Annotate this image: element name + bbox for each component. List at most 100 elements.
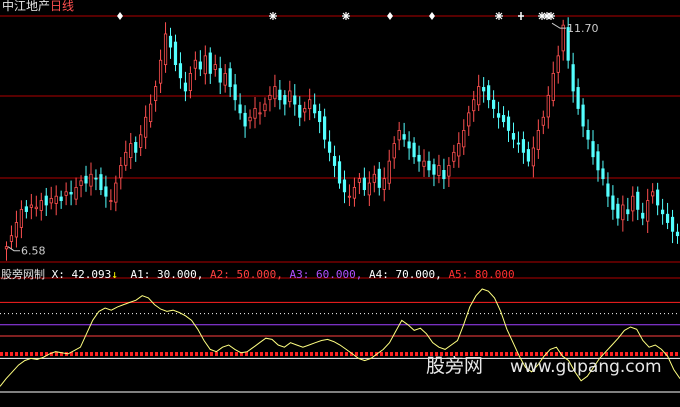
candle-body (243, 112, 247, 127)
candle-body (9, 235, 14, 242)
candle-body (581, 104, 585, 127)
candle-body (526, 149, 530, 162)
candle-body (104, 186, 108, 197)
candle-body (521, 139, 526, 153)
candle-body (392, 143, 396, 159)
candle-body (372, 173, 376, 183)
candle-body (362, 177, 366, 191)
x-value: 42.093 (71, 268, 112, 281)
candle-body (367, 182, 371, 196)
candle-body (611, 195, 615, 210)
candle-body (541, 116, 545, 126)
candle-body (158, 59, 163, 84)
candle-body (163, 33, 168, 66)
stock-name-title: 中江地产 (2, 0, 51, 13)
candle-body (263, 103, 267, 112)
candle-body (273, 86, 277, 100)
candle-body (4, 246, 9, 250)
candle-body (636, 191, 640, 210)
candle-body (89, 173, 93, 187)
candle-body (288, 90, 292, 103)
candle-body (178, 63, 183, 79)
candle-body (492, 99, 496, 109)
diamond-marker-icon (387, 12, 393, 20)
candle-body (278, 89, 282, 101)
candle-body (19, 208, 23, 228)
candle-body (14, 222, 19, 238)
candle-body (74, 187, 78, 200)
candle-body (656, 189, 660, 206)
candle-body (402, 134, 406, 140)
candle-body (407, 141, 411, 149)
diamond-marker-icon (117, 12, 123, 20)
candle-body (318, 110, 322, 123)
candle-body (511, 133, 516, 140)
candle-body (213, 64, 217, 70)
candle-body (646, 200, 650, 222)
candle-body (168, 35, 173, 48)
candle-body (551, 73, 555, 101)
candle-body (516, 142, 521, 145)
candle-body (293, 95, 297, 105)
watermark-site-name: 股旁网 (426, 355, 484, 377)
diamond-marker-icon (429, 12, 435, 20)
candle-body (665, 213, 670, 223)
candle-body (69, 191, 73, 195)
star-marker-icon (269, 12, 277, 20)
candle-body (467, 112, 471, 127)
candle-body (422, 160, 426, 167)
candle-body (99, 174, 103, 191)
candle-body (327, 141, 332, 153)
candle-body (457, 143, 461, 157)
candle-body (84, 175, 88, 184)
star-marker-icon (495, 12, 503, 20)
candlestick-layer (4, 17, 680, 261)
candle-body (561, 24, 565, 52)
candle-body (626, 209, 630, 215)
candle-body (124, 151, 128, 166)
candle-body (119, 165, 123, 179)
candle-body (193, 59, 197, 69)
candle-body (308, 99, 312, 110)
candle-body (248, 116, 252, 122)
candle-body (556, 55, 560, 73)
candle-body (501, 115, 506, 123)
candle-body (531, 147, 535, 167)
candle-body (487, 85, 491, 101)
a2-legend: A2: 50.000, (209, 268, 283, 281)
candle-body (382, 178, 386, 190)
candle-body (59, 196, 63, 201)
candle-body (417, 154, 421, 162)
candle-body (54, 195, 58, 204)
candle-body (621, 204, 625, 221)
candle-body (29, 204, 33, 208)
chart-period-label: 日线 (50, 0, 75, 13)
candle-body (34, 206, 38, 210)
candle-body (506, 116, 511, 131)
candle-body (64, 191, 68, 196)
candle-body (670, 216, 675, 232)
candle-body (477, 86, 481, 106)
indicator-legend: 股旁网制 X: 42.093↓ A1: 30.000, A2: 50.000, … (1, 266, 515, 282)
candle-body (218, 68, 222, 83)
candle-body (482, 87, 486, 92)
candle-body (357, 178, 361, 183)
x-label: X: (51, 268, 65, 281)
candle-body (427, 160, 431, 171)
candle-body (462, 130, 466, 148)
candle-body (442, 170, 446, 180)
candle-body (412, 142, 416, 158)
candle-body (387, 160, 391, 184)
x-down-arrow-icon: ↓ (111, 268, 118, 281)
candle-body (154, 86, 158, 101)
candle-body (313, 104, 317, 114)
candle-body (114, 182, 118, 203)
candle-body (223, 73, 227, 86)
candle-body (337, 161, 342, 184)
candle-body (253, 108, 257, 119)
candle-body (601, 168, 605, 180)
candle-body (24, 206, 28, 212)
candle-body (268, 94, 272, 101)
candle-body (134, 142, 138, 153)
candle-body (596, 151, 600, 171)
